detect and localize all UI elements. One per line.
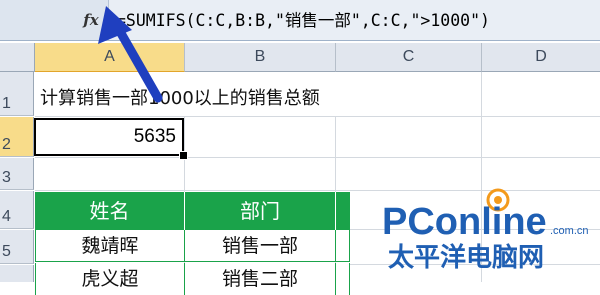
table-header-department[interactable]: 部门 <box>185 192 336 230</box>
table-header-sales-partial[interactable] <box>336 192 350 230</box>
row-header-5[interactable]: 5 <box>0 230 34 264</box>
watermark-domain-text: .com.cn <box>550 225 589 237</box>
table-cell[interactable] <box>336 263 350 295</box>
row-header-3[interactable]: 3 <box>0 158 34 190</box>
row-header-4[interactable]: 4 <box>0 191 34 229</box>
gridline <box>35 116 600 117</box>
column-header-c[interactable]: C <box>336 43 482 72</box>
cell-a2-selected[interactable]: 5635 <box>34 118 184 156</box>
row-header-6[interactable] <box>0 265 34 282</box>
insert-function-button[interactable]: fx <box>80 10 102 30</box>
table-header-name[interactable]: 姓名 <box>35 192 185 230</box>
pconline-watermark: PConline .com.cn 太平洋电脑网 <box>382 188 589 273</box>
cell-a2-value: 5635 <box>133 126 176 147</box>
row-header-2[interactable]: 2 <box>0 117 34 157</box>
select-all-corner[interactable] <box>0 43 35 72</box>
table-cell[interactable]: 销售二部 <box>185 263 336 295</box>
formula-bar: fx =SUMIFS(C:C,B:B,"销售一部",C:C,">1000") <box>0 0 600 41</box>
watermark-brand-text: PConline <box>382 201 547 243</box>
watermark-chinese-text: 太平洋电脑网 <box>388 242 544 273</box>
column-header-a[interactable]: A <box>35 43 185 72</box>
cell-a1[interactable]: 计算销售一部1000以上的销售总额 <box>40 84 320 110</box>
gridline <box>35 157 600 158</box>
table-cell[interactable]: 魏靖晖 <box>35 230 185 262</box>
formula-input[interactable]: =SUMIFS(C:C,B:B,"销售一部",C:C,">1000") <box>116 9 600 33</box>
fill-handle[interactable] <box>179 151 188 160</box>
column-header-b[interactable]: B <box>185 43 336 72</box>
table-cell[interactable]: 虎义超 <box>35 263 185 295</box>
table-cell[interactable] <box>336 230 350 262</box>
row-header-1[interactable]: 1 <box>0 72 34 116</box>
table-cell[interactable]: 销售一部 <box>185 230 336 262</box>
column-header-d[interactable]: D <box>482 43 600 72</box>
